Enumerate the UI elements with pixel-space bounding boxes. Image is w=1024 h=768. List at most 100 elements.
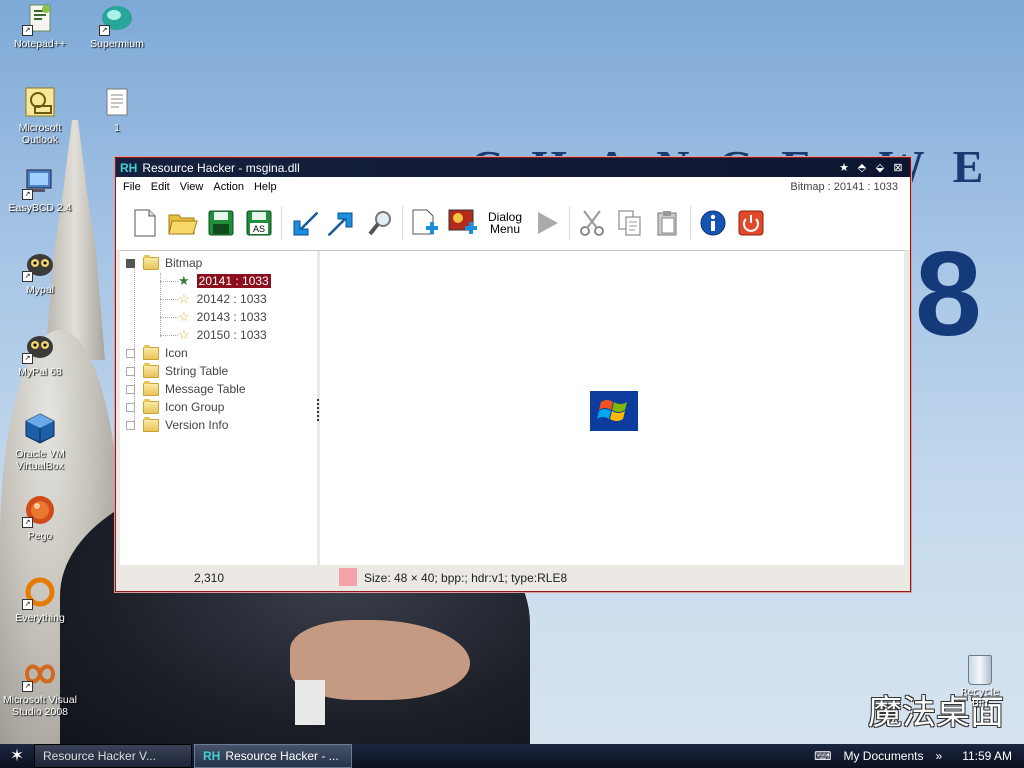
tree-node-20150[interactable]: ☆ 20150 : 1033 — [178, 326, 267, 344]
save-as-button[interactable]: AS — [243, 207, 275, 239]
desktop-icon-mypal[interactable]: ↗ Mypal — [0, 248, 80, 296]
windows-logo-bitmap — [590, 391, 638, 431]
info-icon — [700, 210, 726, 236]
paste-icon — [657, 211, 677, 236]
collapse-toggle[interactable] — [126, 258, 135, 268]
desktop-icon-everything[interactable]: ↗ Everything — [0, 576, 80, 624]
easybcd-icon: ↗ — [22, 166, 56, 200]
folder-icon — [143, 380, 159, 396]
star-icon: ★ — [178, 273, 190, 288]
tree-node-20143[interactable]: ☆ 20143 : 1033 — [178, 308, 267, 326]
desktop-icon-virtualbox[interactable]: Oracle VM VirtualBox — [0, 412, 80, 472]
desktop-icon-label: Recycle Bin — [960, 687, 1000, 709]
go-to-button[interactable] — [326, 207, 358, 239]
desktop-icon-outlook[interactable]: Microsoft Outlook — [0, 86, 80, 146]
svg-text:AS: AS — [253, 224, 265, 234]
mypal-icon: ↗ — [22, 248, 56, 282]
dialog-menu-button[interactable]: Dialog Menu — [485, 207, 525, 239]
minimize-button[interactable]: ⬘ — [854, 161, 870, 175]
find-button[interactable] — [364, 207, 396, 239]
expand-toggle[interactable] — [126, 384, 135, 394]
paste-button[interactable] — [652, 207, 684, 239]
exit-button[interactable] — [735, 207, 767, 239]
menu-view[interactable]: View — [175, 181, 209, 193]
folder-open-icon — [143, 254, 159, 270]
tree-node-label-selected: 20141 : 1033 — [195, 273, 272, 289]
taskbar: ✶ Resource Hacker V... RH Resource Hacke… — [0, 744, 1024, 768]
tree-node-label: Icon — [165, 346, 188, 360]
menu-action[interactable]: Action — [208, 181, 249, 193]
menu-file[interactable]: File — [118, 181, 146, 193]
tree-node-string-table[interactable]: String Table — [126, 362, 228, 380]
pin-icon[interactable]: ★ — [836, 161, 852, 175]
window-titlebar[interactable]: RH Resource Hacker - msgina.dll ★ ⬘ ⬙ ⊠ — [116, 158, 910, 177]
status-bar: 2,310 Size: 48 × 40; bpp:; hdr:v1; type:… — [116, 566, 910, 590]
close-button[interactable]: ⊠ — [890, 161, 906, 175]
taskbar-label: Resource Hacker V... — [43, 749, 156, 763]
cursor-coordinates: 2,310 — [194, 571, 225, 585]
dialog-menu-label-2: Menu — [489, 222, 521, 236]
tree-node-version-info[interactable]: Version Info — [126, 416, 228, 434]
star-icon: ☆ — [178, 327, 190, 342]
copy-icon — [618, 210, 641, 236]
save-button[interactable] — [205, 207, 237, 239]
tree-node-message-table[interactable]: Message Table — [126, 380, 246, 398]
taskbar-button-resource-hacker-v[interactable]: Resource Hacker V... — [34, 744, 192, 768]
toolbar-separator — [569, 206, 570, 240]
tree-node-bitmap[interactable]: Bitmap — [126, 254, 202, 272]
copy-button[interactable] — [614, 207, 646, 239]
tree-node-icon-group[interactable]: Icon Group — [126, 398, 224, 416]
about-button[interactable] — [697, 207, 729, 239]
resource-tree[interactable]: Bitmap ★ 20141 : 1033 ☆ 20142 : 1033 ☆ 2… — [120, 251, 317, 565]
desktop-icon-notepadpp[interactable]: ↗ Notepad++ — [0, 2, 80, 50]
bitmap-info: Size: 48 × 40; bpp:; hdr:v1; type:RLE8 — [364, 571, 568, 585]
tree-node-label: Version Info — [165, 418, 229, 432]
add-image-icon — [448, 209, 477, 234]
current-resource-label: Bitmap : 20141 : 1033 — [790, 180, 898, 193]
expand-toggle[interactable] — [126, 348, 135, 358]
desktop-icon-visual-studio[interactable]: ↗ Microsoft Visual Studio 2008 — [0, 658, 80, 718]
virtualbox-icon — [24, 412, 56, 444]
my-documents-toolbar[interactable]: My Documents — [843, 749, 923, 763]
open-button[interactable] — [167, 207, 199, 239]
desktop-icon-file-1[interactable]: 1 — [77, 86, 157, 134]
add-blank-resource-button[interactable] — [409, 207, 441, 239]
mypal-icon: ↗ — [22, 330, 56, 364]
tree-node-icon[interactable]: Icon — [126, 344, 188, 362]
chevron-icon[interactable]: » — [936, 749, 943, 763]
maximize-button[interactable]: ⬙ — [872, 161, 888, 175]
keyboard-icon[interactable]: ⌨ — [814, 749, 831, 763]
menu-edit[interactable]: Edit — [146, 181, 175, 193]
bitmap-preview — [320, 251, 904, 565]
magnifier-icon — [368, 211, 391, 236]
new-button[interactable] — [129, 207, 161, 239]
desktop-icon-mypal68[interactable]: ↗ MyPal 68 — [0, 330, 80, 378]
tree-line — [160, 273, 161, 337]
desktop-icon-pego[interactable]: ↗ Pego — [0, 494, 80, 542]
start-button[interactable]: ✶ — [0, 746, 34, 766]
play-icon — [538, 212, 558, 234]
taskbar-label: Resource Hacker - ... — [225, 749, 339, 763]
expand-toggle[interactable] — [126, 366, 135, 376]
tree-node-20142[interactable]: ☆ 20142 : 1033 — [178, 290, 267, 308]
desktop-icon-recycle-bin[interactable]: Recycle Bin — [955, 655, 1005, 709]
add-image-resource-button[interactable] — [447, 207, 479, 239]
expand-toggle[interactable] — [126, 402, 135, 412]
star-icon: ☆ — [178, 309, 190, 324]
taskbar-button-resource-hacker[interactable]: RH Resource Hacker - ... — [194, 744, 352, 768]
menu-help[interactable]: Help — [249, 181, 282, 193]
play-button[interactable] — [531, 207, 563, 239]
folder-icon — [143, 398, 159, 414]
save-as-icon: AS — [246, 210, 272, 236]
expand-toggle[interactable] — [126, 420, 135, 430]
cut-button[interactable] — [576, 207, 608, 239]
desktop-icon-label: Microsoft Visual Studio 2008 — [3, 694, 77, 718]
clock[interactable]: 11:59 AM — [962, 749, 1012, 763]
tree-node-20141[interactable]: ★ 20141 : 1033 — [178, 272, 272, 290]
desktop-icon-label: Oracle VM VirtualBox — [15, 448, 65, 472]
star-icon: ☆ — [178, 291, 190, 306]
desktop-icon-easybcd[interactable]: ↗ EasyBCD 2.4 — [0, 166, 80, 214]
desktop-icon-supermium[interactable]: ↗ Supermium — [77, 2, 157, 50]
folder-icon — [143, 344, 159, 360]
compile-button[interactable] — [288, 207, 320, 239]
